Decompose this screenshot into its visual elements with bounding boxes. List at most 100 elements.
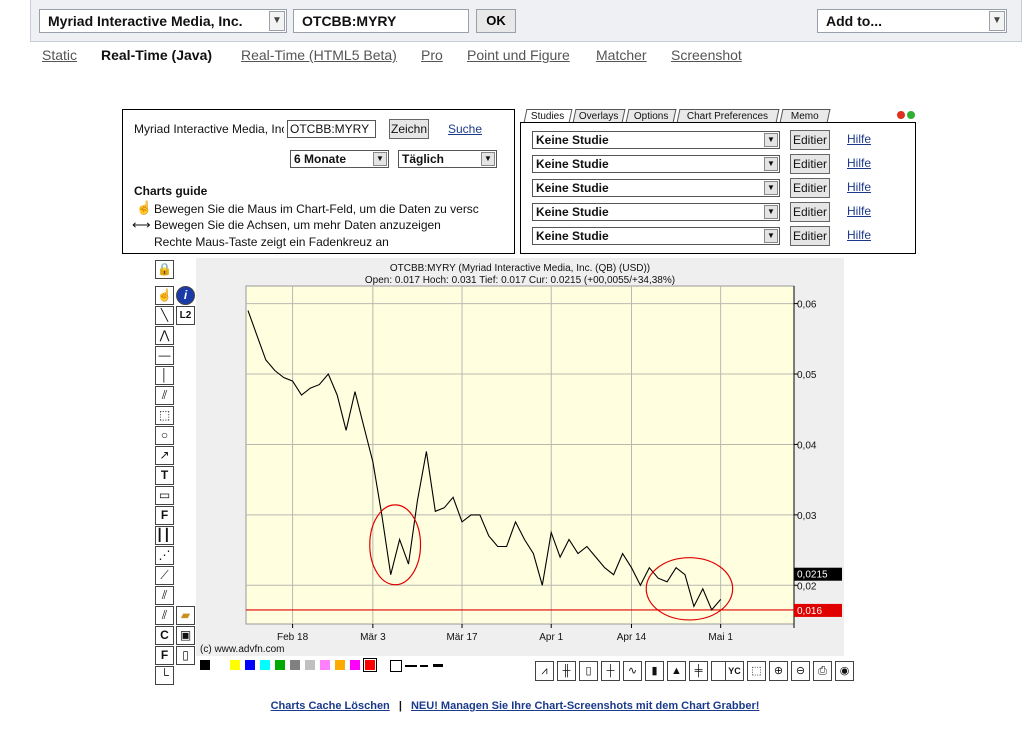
print-button[interactable]: ⎙ [813,661,832,681]
minimize-dot-icon[interactable] [897,111,905,119]
company-select[interactable]: Myriad Interactive Media, Inc. ▼ [39,9,287,33]
study-select-5[interactable]: Keine Studie ▼ [532,227,780,245]
color-swatch-1[interactable] [200,660,210,670]
hand-icon[interactable]: ☝ [155,286,174,305]
line-icon[interactable]: ╲ [155,306,174,325]
tab-pro[interactable]: Pro [421,47,443,63]
study-help-link-2[interactable]: Hilfe [847,156,871,170]
arrow-icon[interactable]: ↗ [155,446,174,465]
add-to-select[interactable]: Add to... ▼ [817,9,1007,33]
chevron-down-icon[interactable]: ▼ [373,152,387,166]
tab-overlays[interactable]: Overlays [572,109,626,123]
save-icon[interactable]: ▣ [176,626,195,645]
chart-grabber-link[interactable]: NEU! Managen Sie Ihre Chart-Screenshots … [411,700,759,712]
study-select-3[interactable]: Keine Studie ▼ [532,179,780,197]
study-select-4[interactable]: Keine Studie ▼ [532,203,780,221]
chevron-down-icon[interactable]: ▼ [481,152,495,166]
zoom-out-button[interactable]: ⊖ [791,661,810,681]
tab-static[interactable]: Static [42,47,77,63]
parallel-lines-icon[interactable]: ⫽ [155,386,174,405]
volume-chart-button[interactable]: ▲ [667,661,686,681]
zoom-box-icon[interactable]: ⬚ [155,406,174,425]
chevron-down-icon[interactable]: ▼ [764,181,778,195]
tab-real-time-html5[interactable]: Real-Time (HTML5 Beta) [241,47,397,63]
study-help-link-5[interactable]: Hilfe [847,228,871,242]
study-help-link-3[interactable]: Hilfe [847,180,871,194]
study-edit-button-5[interactable]: Editier [790,226,830,246]
study-select-1[interactable]: Keine Studie ▼ [532,131,780,149]
cursor-tool-button[interactable]: └ [155,666,174,685]
channel-icon[interactable]: ⫽ [155,586,174,605]
tab-options[interactable]: Options [625,109,677,123]
tab-chart-preferences[interactable]: Chart Preferences [676,109,780,123]
color-swatch-8[interactable] [305,660,315,670]
color-swatch-11[interactable] [350,660,360,670]
horizontal-line-icon[interactable]: — [155,346,174,365]
plot-area[interactable] [245,285,795,625]
yc-button[interactable]: YC [725,661,744,681]
vertical-line-icon[interactable]: │ [155,366,174,385]
color-swatch-6[interactable] [275,660,285,670]
bar-chart-button[interactable]: ┼ [601,661,620,681]
fill-tool-button[interactable]: F [155,646,174,665]
candle-color-button[interactable]: ▮ [645,661,664,681]
regression-icon[interactable]: ⟋ [155,566,174,585]
period-select[interactable]: 6 Monate ▼ [290,150,389,168]
study-edit-button-4[interactable]: Editier [790,202,830,222]
magnifier-icon[interactable]: ○ [155,426,174,445]
line-style-box-icon[interactable] [390,660,402,672]
color-swatch-12[interactable] [363,658,377,672]
maximize-dot-icon[interactable] [907,111,915,119]
zoom-button[interactable]: ⬚ [747,661,766,681]
chart-area[interactable]: 0,06 0,05 0,04 0,03 0,02 Feb 18 Mär 3 Mär 17 Apr… [196,258,844,656]
color-swatch-3[interactable] [230,660,240,670]
study-select-2[interactable]: Keine Studie ▼ [532,155,780,173]
zoom-in-button[interactable]: ⊕ [769,661,788,681]
snapshot-button[interactable]: ◉ [835,661,854,681]
chevron-down-icon[interactable]: ▼ [269,11,285,31]
line-style-thick-icon[interactable] [433,664,443,667]
draw-button[interactable]: Zeichn [389,119,429,139]
lock-icon[interactable]: 🔒 [155,260,174,279]
ohlc-chart-button[interactable]: ╫ [557,661,576,681]
text-icon[interactable]: T [155,466,174,485]
clear-cache-link[interactable]: Charts Cache Löschen [271,700,390,712]
page-icon[interactable]: ▯ [176,646,195,665]
symbol-field[interactable]: OTCBB:MYRY [287,120,376,138]
line-chart-button[interactable]: ⩘ [535,661,554,681]
color-swatch-9[interactable] [320,660,330,670]
fibonacci-icon[interactable]: F [155,506,174,525]
tab-memo[interactable]: Memo [779,109,831,123]
color-swatch-5[interactable] [260,660,270,670]
tab-studies[interactable]: Studies [523,109,573,123]
info-icon[interactable]: i [176,286,195,305]
mountain-chart-button[interactable]: ∿ [623,661,642,681]
color-swatch-10[interactable] [335,660,345,670]
chevron-down-icon[interactable]: ▼ [989,11,1005,31]
symbol-input[interactable]: OTCBB:MYRY [293,9,469,33]
comment-icon[interactable]: ▭ [155,486,174,505]
line-style-dash-icon[interactable] [420,665,428,667]
close-tool-button[interactable]: C [155,626,174,645]
tab-matcher[interactable]: Matcher [596,47,647,63]
folder-icon[interactable]: ▰ [176,606,195,625]
price-chart[interactable]: 0,06 0,05 0,04 0,03 0,02 Feb 18 Mär 3 Mär 17 Apr… [196,258,844,656]
tab-point-und-figure[interactable]: Point und Figure [467,47,570,63]
chevron-down-icon[interactable]: ▼ [764,205,778,219]
color-swatch-2[interactable] [215,660,225,670]
candle-chart-button[interactable]: ▯ [579,661,598,681]
tab-screenshot[interactable]: Screenshot [671,47,742,63]
hlc-chart-button[interactable]: ╪ [689,661,708,681]
study-edit-button-1[interactable]: Editier [790,130,830,150]
study-edit-button-2[interactable]: Editier [790,154,830,174]
line-style-solid-icon[interactable] [405,665,417,667]
study-help-link-1[interactable]: Hilfe [847,132,871,146]
chevron-down-icon[interactable]: ▼ [764,157,778,171]
channel-icon[interactable]: ⫽ [155,606,174,625]
color-swatch-7[interactable] [290,660,300,670]
chevron-down-icon[interactable]: ▼ [764,133,778,147]
study-help-link-4[interactable]: Hilfe [847,204,871,218]
level2-icon[interactable]: L2 [176,306,195,325]
cycle-lines-icon[interactable]: ┃┃┃ [155,526,174,545]
interval-select[interactable]: Täglich ▼ [398,150,497,168]
